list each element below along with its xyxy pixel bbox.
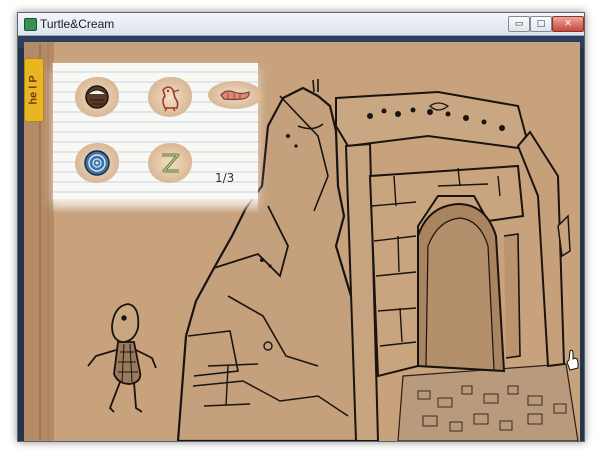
- app-window: Turtle&Cream ▭ □ ✕ he l P 1/3: [17, 12, 585, 442]
- title-bar[interactable]: Turtle&Cream ▭ □ ✕: [18, 13, 584, 36]
- help-button[interactable]: he l P: [24, 58, 44, 122]
- blue-shell-icon: [84, 150, 110, 176]
- bird-drawing-icon: [162, 86, 180, 112]
- inventory-slot-2[interactable]: [148, 77, 192, 117]
- app-icon: [24, 18, 37, 31]
- close-button[interactable]: ✕: [552, 16, 584, 32]
- window-title: Turtle&Cream: [40, 17, 115, 31]
- hand-cursor-icon: [566, 349, 579, 371]
- inventory-slot-5[interactable]: [148, 143, 192, 183]
- worm-icon: [220, 90, 250, 101]
- inventory-slot-4[interactable]: [75, 143, 119, 183]
- inventory-slot-3[interactable]: [208, 81, 262, 109]
- minimize-button[interactable]: ▭: [508, 16, 530, 32]
- z-rune-icon: [162, 153, 180, 173]
- game-canvas[interactable]: he l P 1/3: [18, 36, 584, 441]
- maximize-button[interactable]: □: [530, 16, 552, 32]
- coconut-icon: [85, 85, 109, 109]
- inventory-slot-1[interactable]: [75, 77, 119, 117]
- inventory-panel: 1/3: [52, 63, 262, 213]
- help-label: he l P: [28, 75, 40, 105]
- page-counter: 1/3: [215, 171, 235, 185]
